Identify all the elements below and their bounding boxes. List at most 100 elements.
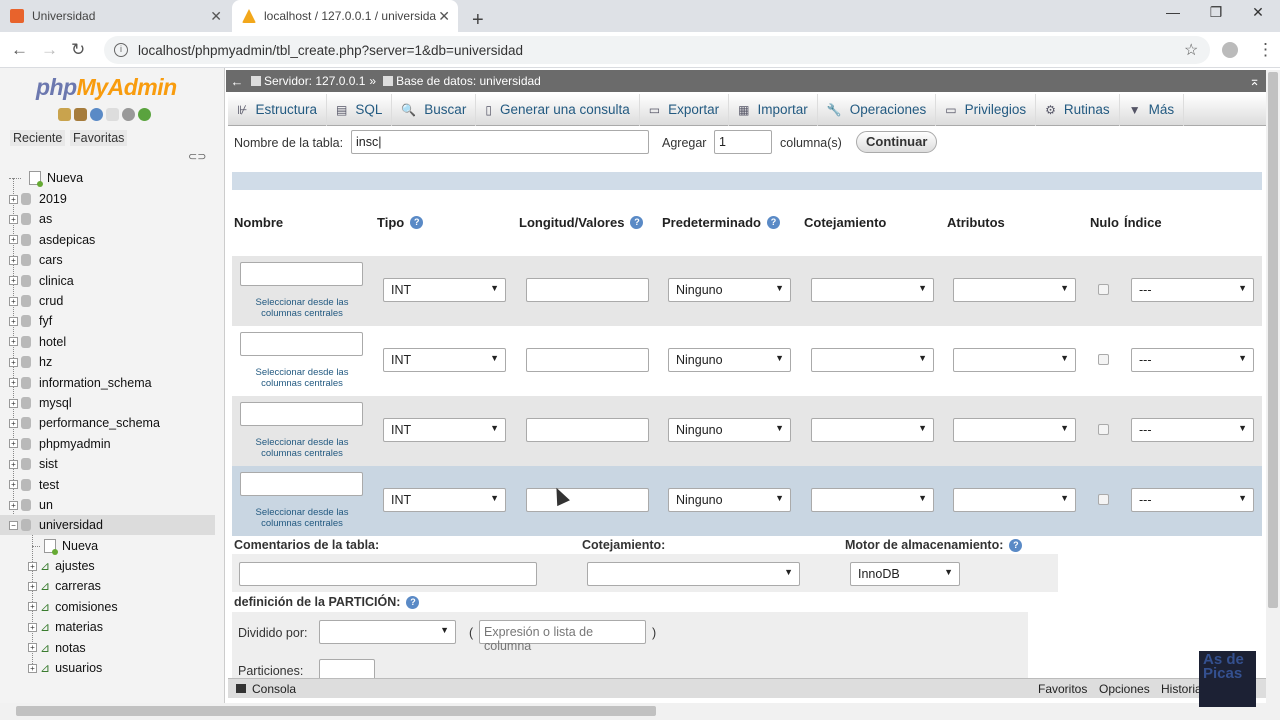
minimize-icon[interactable]: — (1153, 4, 1193, 20)
column-name-input[interactable] (240, 402, 363, 426)
profile-avatar-icon[interactable] (1222, 42, 1238, 58)
tab-routines[interactable]: ⚙ Rutinas (1036, 93, 1120, 126)
tab-search[interactable]: 🔍 Buscar (392, 93, 477, 126)
settings-gear-icon[interactable] (122, 108, 135, 121)
column-name-input[interactable] (240, 472, 363, 496)
breadcrumb-server[interactable]: Servidor: 127.0.0.1 (264, 74, 365, 88)
tree-item-database[interactable]: + hotel (9, 332, 66, 352)
tree-item-database[interactable]: + information_schema (9, 373, 152, 393)
tree-item-database[interactable]: + clinica (9, 271, 74, 291)
collation-select[interactable]: ▼ (811, 418, 934, 442)
url-field[interactable]: i localhost/phpmyadmin/tbl_create.php?se… (104, 36, 1210, 64)
length-values-input[interactable] (526, 488, 649, 512)
vertical-scroll-thumb[interactable] (1268, 72, 1278, 608)
expand-icon[interactable]: + (28, 643, 37, 653)
tree-item-table[interactable]: + ⊿ ajustes (28, 556, 95, 576)
default-select[interactable]: Ninguno ▼ (668, 348, 791, 372)
table-comments-input[interactable] (239, 562, 537, 586)
help-icon[interactable]: ? (1009, 538, 1023, 552)
info-icon[interactable]: i (114, 43, 128, 57)
link-chain-icon[interactable]: ⊂⊃ (188, 150, 206, 163)
help-icon[interactable] (90, 108, 103, 121)
tab-export[interactable]: ▭ Exportar (640, 93, 730, 126)
browser-tab-phpmyadmin[interactable]: localhost / 127.0.0.1 / universida ✕ (232, 0, 458, 32)
collation-select[interactable]: ▼ (811, 278, 934, 302)
partitions-input[interactable] (319, 659, 375, 678)
tab-structure[interactable]: ⊮ Estructura (228, 93, 327, 126)
home-icon[interactable] (58, 108, 71, 121)
tree-item-database[interactable]: + hz (9, 352, 52, 372)
tab-more[interactable]: ▼ Más (1120, 93, 1185, 126)
tree-item-database[interactable]: + sist (9, 454, 58, 474)
tree-item-database[interactable]: + phpmyadmin (9, 434, 111, 454)
help-icon[interactable]: ? (766, 216, 780, 229)
default-select[interactable]: Ninguno ▼ (668, 488, 791, 512)
docs-icon[interactable] (106, 108, 119, 121)
expand-icon[interactable]: + (9, 255, 18, 265)
tree-item-database[interactable]: + cars (9, 250, 63, 270)
close-window-icon[interactable]: ✕ (1238, 4, 1278, 21)
expand-icon[interactable]: + (9, 337, 18, 347)
tree-item-database[interactable]: + test (9, 475, 59, 495)
default-select[interactable]: Ninguno ▼ (668, 278, 791, 302)
expand-icon[interactable]: + (9, 418, 18, 428)
maximize-icon[interactable]: ❐ (1196, 4, 1236, 21)
collapse-icon[interactable]: − (9, 520, 18, 530)
type-select[interactable]: INT ▼ (383, 418, 506, 442)
expand-icon[interactable]: + (28, 561, 37, 571)
tree-item-table[interactable]: + ⊿ comisiones (28, 597, 118, 617)
tab-operations[interactable]: 🔧 Operaciones (818, 93, 937, 126)
storage-engine-select[interactable]: InnoDB ▼ (850, 562, 960, 586)
index-select[interactable]: --- ▼ (1131, 348, 1254, 372)
partition-expression-input[interactable]: Expresión o lista de columna (479, 620, 646, 653)
expand-icon[interactable]: + (28, 602, 37, 612)
attributes-select[interactable]: ▼ (953, 278, 1076, 302)
column-name-input[interactable] (240, 332, 363, 356)
tree-item-database[interactable]: + un (9, 495, 53, 515)
null-checkbox[interactable] (1098, 284, 1109, 295)
expand-icon[interactable]: + (9, 480, 18, 490)
back-icon[interactable]: ← (11, 40, 28, 60)
close-tab-icon[interactable]: ✕ (210, 8, 222, 25)
tree-item-database[interactable]: + performance_schema (9, 413, 160, 433)
expand-icon[interactable]: + (28, 622, 37, 632)
index-select[interactable]: --- ▼ (1131, 278, 1254, 302)
tree-item-table[interactable]: + ⊿ notas (28, 638, 86, 658)
type-select[interactable]: INT ▼ (383, 278, 506, 302)
breadcrumb-database[interactable]: Base de datos: universidad (396, 74, 541, 88)
partition-by-select[interactable]: ▼ (319, 620, 456, 644)
expand-icon[interactable]: + (9, 378, 18, 388)
central-columns-link[interactable]: Seleccionar desde las columnas centrales (240, 367, 364, 389)
central-columns-link[interactable]: Seleccionar desde las columnas centrales (240, 297, 364, 319)
type-select[interactable]: INT ▼ (383, 348, 506, 372)
expand-icon[interactable]: + (9, 296, 18, 306)
bookmark-star-icon[interactable]: ☆ (1184, 40, 1198, 60)
attributes-select[interactable]: ▼ (953, 488, 1076, 512)
central-columns-link[interactable]: Seleccionar desde las columnas centrales (240, 437, 364, 459)
expand-icon[interactable]: + (9, 194, 18, 204)
expand-icon[interactable]: + (9, 439, 18, 449)
console-favorites[interactable]: Favoritos (1038, 682, 1087, 696)
expand-icon[interactable]: + (28, 581, 37, 591)
continue-button[interactable]: Continuar (856, 131, 938, 153)
type-select[interactable]: INT ▼ (383, 488, 506, 512)
default-select[interactable]: Ninguno ▼ (668, 418, 791, 442)
expand-icon[interactable]: + (9, 357, 18, 367)
expand-icon[interactable]: + (9, 500, 18, 510)
tree-item-table[interactable]: + ⊿ usuarios (28, 658, 102, 678)
tab-sql[interactable]: ▤ SQL (327, 93, 393, 126)
tree-item-database[interactable]: + asdepicas (9, 230, 95, 250)
attributes-select[interactable]: ▼ (953, 418, 1076, 442)
tree-item-database[interactable]: +2019 (9, 189, 67, 209)
console-history[interactable]: Historial (1161, 682, 1204, 696)
help-icon[interactable]: ? (630, 216, 644, 229)
tree-item-database[interactable]: + fyf (9, 311, 52, 331)
expand-icon[interactable]: + (28, 663, 37, 673)
expand-icon[interactable]: + (9, 316, 18, 326)
attributes-select[interactable]: ▼ (953, 348, 1076, 372)
null-checkbox[interactable] (1098, 494, 1109, 505)
tree-item-new-database[interactable]: Nueva (9, 168, 83, 188)
collation-select[interactable]: ▼ (811, 488, 934, 512)
tab-query[interactable]: ▯ Generar una consulta (476, 93, 640, 126)
add-columns-input[interactable]: 1 (714, 130, 772, 154)
